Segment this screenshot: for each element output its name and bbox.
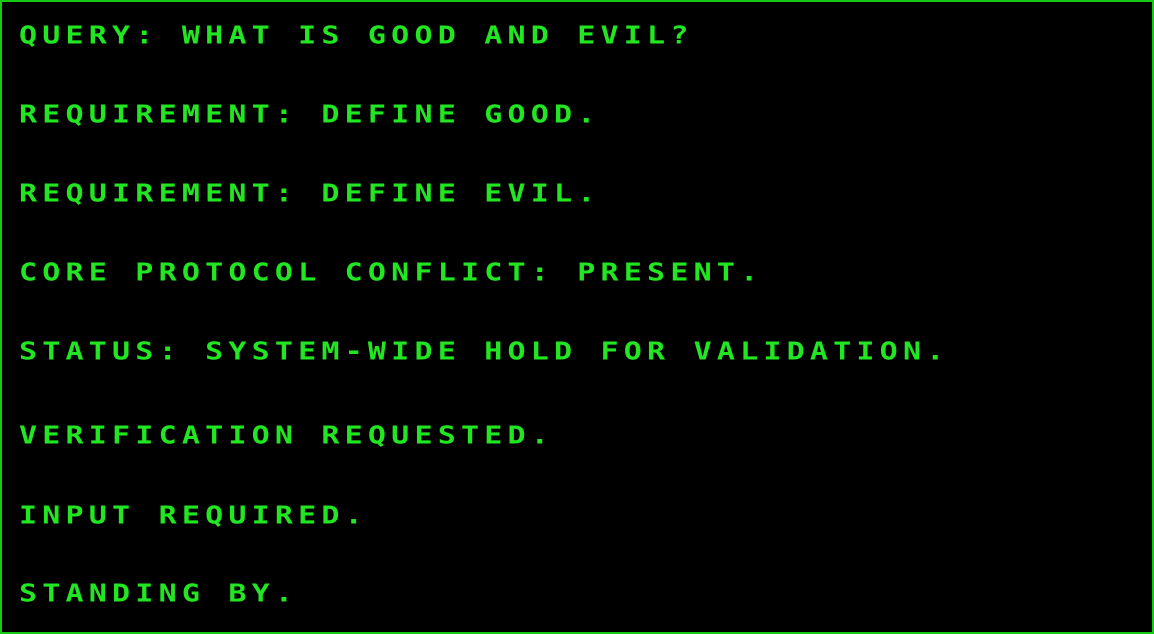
- terminal-line-input-required: INPUT REQUIRED.: [19, 501, 368, 530]
- terminal-line-verification: VERIFICATION REQUESTED.: [19, 421, 555, 450]
- terminal-line-standing-by: STANDING BY.: [19, 579, 299, 608]
- terminal-line-protocol-conflict: CORE PROTOCOL CONFLICT: PRESENT.: [19, 258, 764, 287]
- terminal-line-query: QUERY: WHAT IS GOOD AND EVIL?: [19, 21, 694, 50]
- terminal-line-status: STATUS: SYSTEM-WIDE HOLD FOR VALIDATION.: [19, 337, 950, 366]
- terminal-screen: QUERY: WHAT IS GOOD AND EVIL? REQUIREMEN…: [0, 0, 1154, 634]
- terminal-line-requirement-evil: REQUIREMENT: DEFINE EVIL.: [19, 179, 601, 208]
- terminal-line-requirement-good: REQUIREMENT: DEFINE GOOD.: [19, 100, 601, 129]
